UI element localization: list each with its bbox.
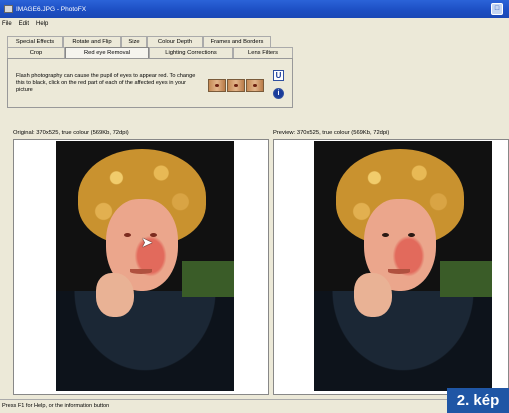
photo-mouth (130, 269, 152, 274)
tab-lighting-corrections[interactable]: Lighting Corrections (149, 47, 233, 58)
undo-button[interactable]: U (273, 70, 284, 81)
photo-hand (354, 273, 392, 317)
eye-example-thumb (227, 79, 245, 92)
menu-help[interactable]: Help (36, 21, 48, 27)
menu-bar: File Edit Help (0, 18, 509, 29)
eye-example-thumb (208, 79, 226, 92)
original-label: Original: 370x525, true colour (569Kb, 7… (13, 130, 129, 136)
red-eye-left[interactable] (124, 233, 131, 237)
instructions-text: Flash photography can cause the pupil of… (16, 73, 196, 93)
title-bar: IMAGE6.JPG - PhotoFX □ (0, 0, 509, 18)
status-bar: Press F1 for Help, or the information bu… (0, 399, 509, 413)
eye-left (382, 233, 389, 237)
tab-rotate-flip[interactable]: Rotate and Flip (63, 36, 121, 47)
preview-label: Preview: 370x525, true colour (569Kb, 72… (273, 130, 390, 136)
photo-foliage (440, 261, 492, 297)
preview-image-pane (273, 139, 509, 395)
close-icon[interactable]: □ (491, 3, 503, 15)
tab-colour-depth[interactable]: Colour Depth (147, 36, 203, 47)
tab-red-eye-removal[interactable]: Red eye Removal (65, 47, 149, 58)
eye-examples (208, 79, 264, 92)
red-eye-panel: Flash photography can cause the pupil of… (7, 58, 293, 108)
tab-crop[interactable]: Crop (7, 47, 65, 58)
photo-foliage (182, 261, 234, 297)
tab-size[interactable]: Size (121, 36, 147, 47)
tab-lens-filters[interactable]: Lens Filters (233, 47, 293, 58)
photo-body (56, 291, 234, 391)
eye-example-thumb (246, 79, 264, 92)
original-image-pane[interactable]: ➤ (13, 139, 269, 395)
original-photo[interactable] (56, 141, 234, 391)
tab-frames-borders[interactable]: Frames and Borders (203, 36, 271, 47)
tab-row-2: Crop Red eye Removal Lighting Correction… (7, 47, 293, 58)
menu-file[interactable]: File (2, 21, 12, 27)
info-button[interactable]: i (273, 88, 284, 99)
eye-right (408, 233, 415, 237)
window-title: IMAGE6.JPG - PhotoFX (16, 5, 87, 13)
preview-photo (314, 141, 492, 391)
app-icon (4, 5, 13, 13)
photo-body (314, 291, 492, 391)
photo-mouth (388, 269, 410, 274)
tab-special-effects[interactable]: Special Effects (7, 36, 63, 47)
menu-edit[interactable]: Edit (19, 21, 29, 27)
figure-badge: 2. kép (447, 388, 509, 413)
cursor-arrow-icon: ➤ (141, 234, 153, 250)
app-window: IMAGE6.JPG - PhotoFX □ File Edit Help Sp… (0, 0, 509, 413)
tab-row-1: Special Effects Rotate and Flip Size Col… (7, 36, 271, 47)
photo-hand (96, 273, 134, 317)
